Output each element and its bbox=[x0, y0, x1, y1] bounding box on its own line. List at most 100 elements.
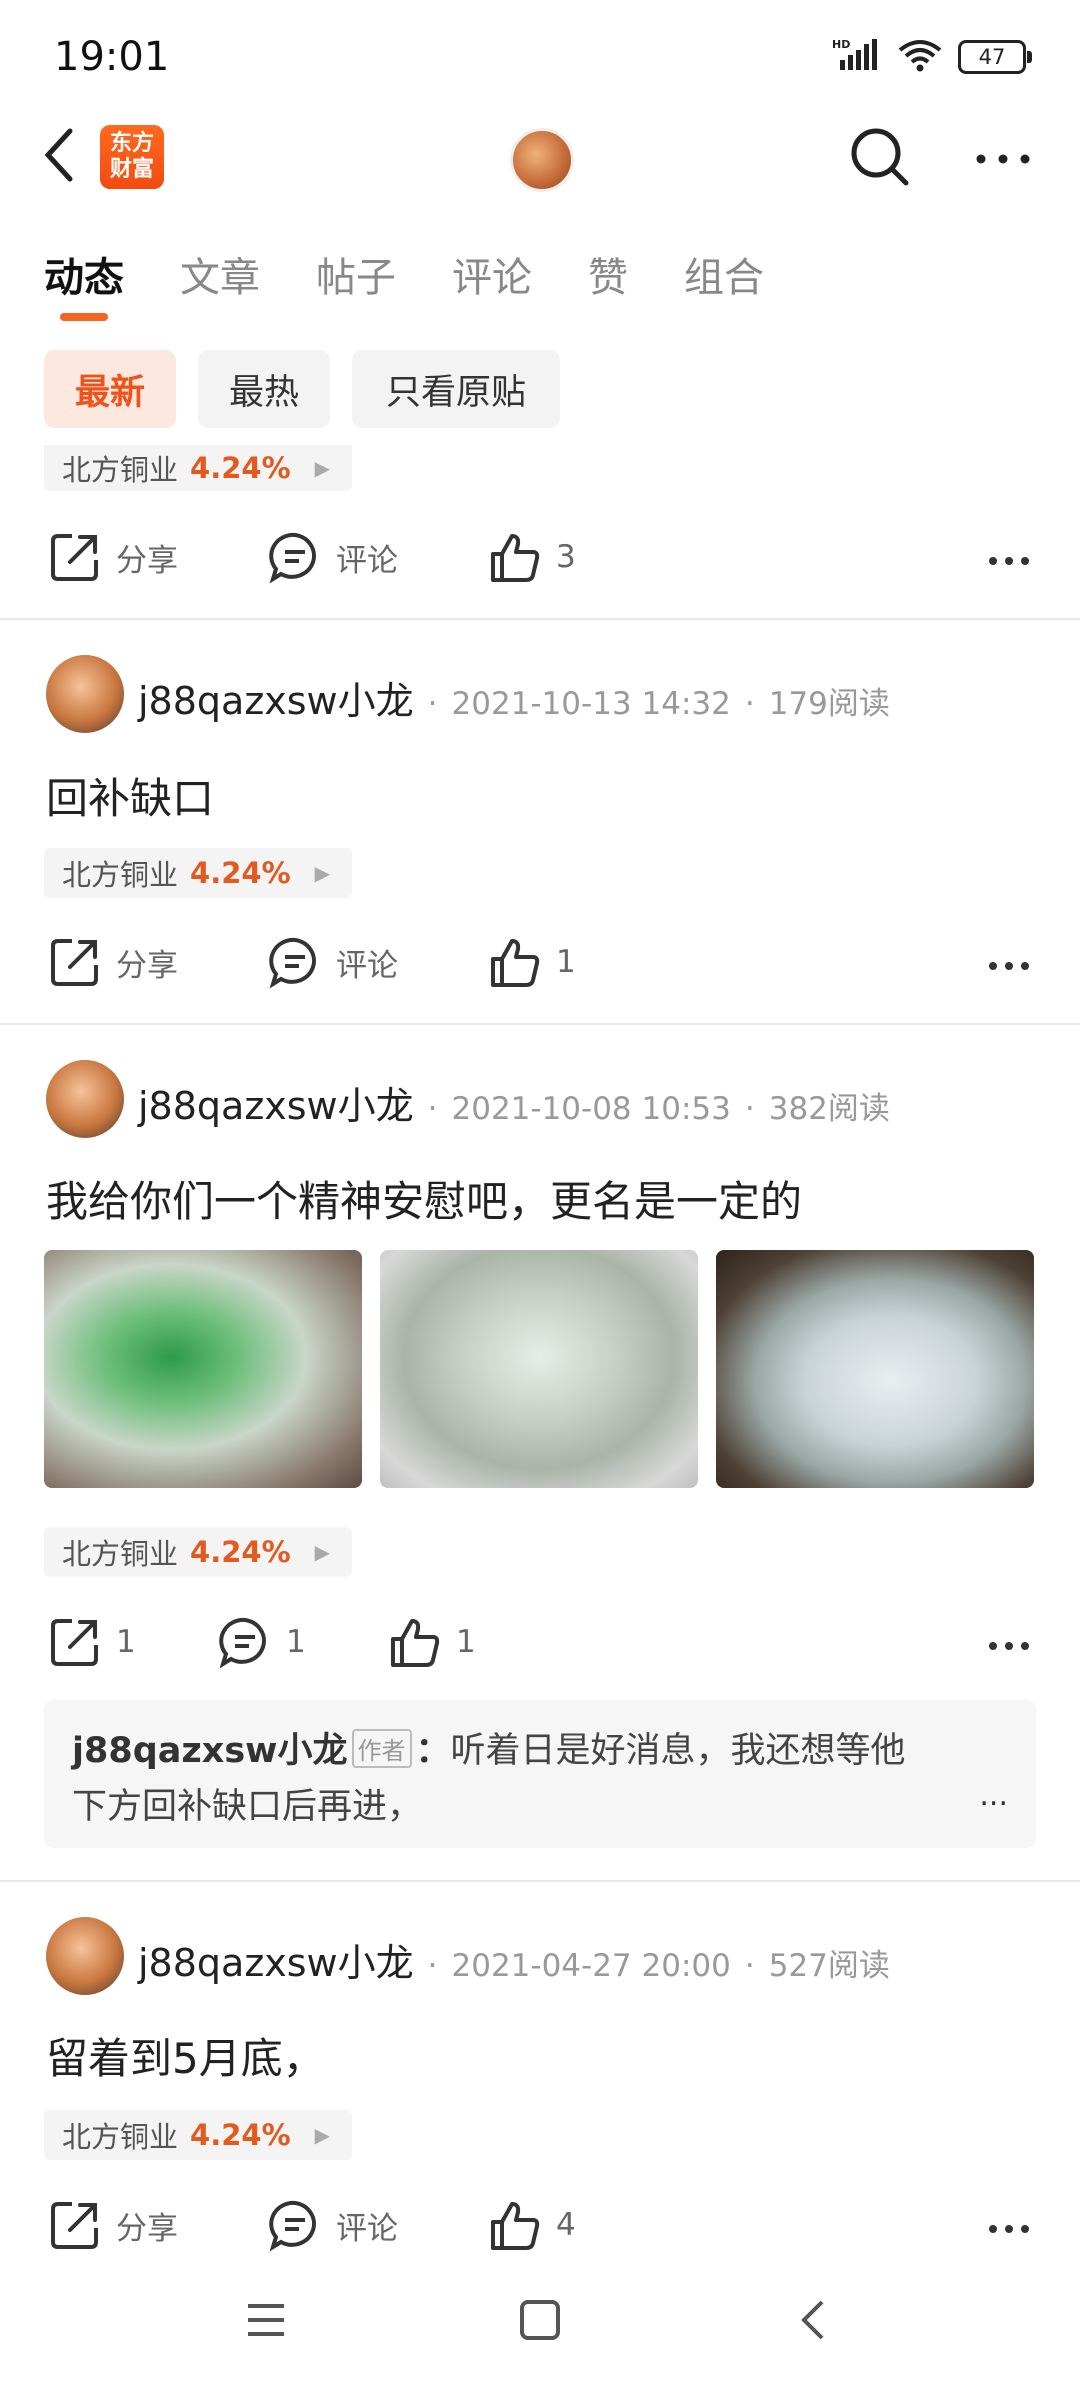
search-icon bbox=[851, 128, 909, 186]
stock-tag[interactable]: 北方铜业 4.24% ▶ bbox=[44, 445, 353, 491]
back-button[interactable] bbox=[40, 125, 80, 189]
comment-icon bbox=[269, 2200, 316, 2252]
logo-line1: 东方 bbox=[109, 131, 154, 156]
tab-dynamic[interactable]: 动态 bbox=[44, 245, 124, 321]
divider bbox=[0, 1023, 1080, 1025]
share-button[interactable]: 1 bbox=[48, 1615, 218, 1669]
author-name[interactable]: j88qazxsw小龙 bbox=[138, 1075, 414, 1130]
action-row: 分享 评论 1 bbox=[48, 927, 576, 997]
filter-hottest[interactable]: 最热 bbox=[198, 350, 330, 428]
active-tab-indicator bbox=[60, 313, 108, 321]
comment-icon bbox=[269, 937, 316, 989]
read-count: 382阅读 bbox=[768, 1091, 890, 1127]
share-button[interactable]: 分享 bbox=[48, 530, 268, 584]
author-name[interactable]: j88qazxsw小龙 bbox=[138, 1932, 414, 1987]
tab-comments[interactable]: 评论 bbox=[452, 245, 532, 303]
comment-button[interactable]: 1 bbox=[218, 1615, 388, 1669]
more-icon bbox=[989, 557, 1029, 565]
author-name[interactable]: j88qazxsw小龙 bbox=[138, 670, 414, 725]
post-more-button[interactable] bbox=[988, 530, 1030, 576]
search-button[interactable] bbox=[848, 125, 912, 193]
system-nav-bar bbox=[0, 2300, 1080, 2344]
stock-change: 4.24% bbox=[190, 856, 291, 890]
tab-likes[interactable]: 赞 bbox=[588, 245, 628, 303]
post-image[interactable] bbox=[44, 1250, 362, 1488]
post-header: j88qazxsw小龙 · 2021-10-08 10:53 · 382阅读 bbox=[138, 1075, 890, 1130]
post-image[interactable] bbox=[380, 1250, 698, 1488]
post-image[interactable] bbox=[716, 1250, 1034, 1488]
like-button[interactable]: 1 bbox=[488, 935, 576, 989]
app-logo[interactable]: 东方 财富 bbox=[100, 125, 164, 189]
post-date: 2021-10-08 10:53 bbox=[451, 1091, 731, 1127]
comment-more[interactable]: ... bbox=[979, 1778, 1008, 1813]
comment-text: 下方回补缺口后再进， bbox=[72, 1787, 423, 1827]
home-square-icon bbox=[520, 2300, 560, 2340]
like-button[interactable]: 4 bbox=[488, 2198, 576, 2252]
signal-icon: HD bbox=[832, 38, 882, 76]
stock-tag[interactable]: 北方铜业 4.24% ▶ bbox=[44, 2110, 353, 2160]
post-text[interactable]: 回补缺口 bbox=[46, 765, 214, 826]
more-icon bbox=[989, 2225, 1029, 2233]
menu-nav-button[interactable] bbox=[244, 2300, 288, 2344]
avatar[interactable] bbox=[46, 1917, 124, 1995]
post-text[interactable]: 我给你们一个精神安慰吧，更名是一定的 bbox=[46, 1168, 802, 1229]
post-text[interactable]: 留着到5月底， bbox=[46, 2025, 325, 2086]
arrow-right-icon: ▶ bbox=[314, 456, 331, 480]
tab-posts[interactable]: 帖子 bbox=[316, 245, 396, 303]
read-count: 527阅读 bbox=[768, 1948, 890, 1984]
stock-change: 4.24% bbox=[190, 451, 291, 485]
back-nav-button[interactable] bbox=[792, 2300, 836, 2344]
comment-text: 听着日是好消息，我还想等他 bbox=[450, 1731, 906, 1771]
post-header: j88qazxsw小龙 · 2021-04-27 20:00 · 527阅读 bbox=[138, 1932, 890, 1987]
comment-button[interactable]: 评论 bbox=[268, 530, 488, 584]
more-menu-button[interactable] bbox=[975, 150, 1031, 169]
tab-portfolio[interactable]: 组合 bbox=[684, 245, 764, 303]
more-icon bbox=[989, 1642, 1029, 1650]
stock-tag[interactable]: 北方铜业 4.24% ▶ bbox=[44, 1527, 353, 1577]
post-more-button[interactable] bbox=[988, 1615, 1030, 1661]
share-icon bbox=[51, 1619, 98, 1666]
stock-change: 4.24% bbox=[190, 1535, 291, 1569]
home-nav-button[interactable] bbox=[518, 2300, 562, 2344]
share-icon bbox=[51, 2202, 98, 2249]
share-icon bbox=[51, 534, 98, 581]
post-more-button[interactable] bbox=[988, 2198, 1030, 2244]
filter-original-only[interactable]: 只看原贴 bbox=[352, 350, 560, 428]
avatar[interactable] bbox=[46, 655, 124, 733]
like-button[interactable]: 1 bbox=[388, 1615, 476, 1669]
comment-icon bbox=[219, 1617, 266, 1669]
action-row: 分享 评论 4 bbox=[48, 2190, 576, 2260]
header-avatar[interactable] bbox=[510, 128, 574, 192]
comment-button[interactable]: 评论 bbox=[268, 935, 488, 989]
more-icon bbox=[976, 154, 1030, 164]
comment-preview[interactable]: j88qazxsw小龙 作者 ：听着日是好消息，我还想等他 下方回补缺口后再进， .… bbox=[44, 1700, 1036, 1848]
share-button[interactable]: 分享 bbox=[48, 935, 268, 989]
comment-button[interactable]: 评论 bbox=[268, 2198, 488, 2252]
post-more-button[interactable] bbox=[988, 935, 1030, 981]
more-icon bbox=[989, 962, 1029, 970]
author-badge: 作者 bbox=[351, 1729, 412, 1768]
status-time: 19:01 bbox=[54, 34, 170, 80]
avatar[interactable] bbox=[46, 1060, 124, 1138]
action-row: 1 1 1 bbox=[48, 1607, 476, 1677]
divider bbox=[0, 1880, 1080, 1882]
arrow-right-icon: ▶ bbox=[314, 1540, 331, 1564]
tab-articles[interactable]: 文章 bbox=[180, 245, 260, 303]
post-date: 2021-10-13 14:32 bbox=[451, 686, 731, 722]
stock-tag[interactable]: 北方铜业 4.24% ▶ bbox=[44, 848, 353, 898]
comment-author[interactable]: j88qazxsw小龙 bbox=[72, 1731, 348, 1771]
logo-line2: 财富 bbox=[109, 157, 154, 182]
arrow-right-icon: ▶ bbox=[314, 861, 331, 885]
post-date: 2021-04-27 20:00 bbox=[451, 1948, 731, 1984]
thumbs-up-icon bbox=[491, 939, 540, 987]
divider bbox=[0, 618, 1080, 620]
share-button[interactable]: 分享 bbox=[48, 2198, 268, 2252]
back-icon bbox=[801, 2300, 824, 2340]
like-button[interactable]: 3 bbox=[488, 530, 576, 584]
back-arrow-icon bbox=[44, 128, 73, 182]
post-header: j88qazxsw小龙 · 2021-10-13 14:32 · 179阅读 bbox=[138, 670, 890, 725]
thumbs-up-icon bbox=[391, 1619, 440, 1667]
filter-latest[interactable]: 最新 bbox=[44, 350, 176, 428]
profile-tabs: 动态 文章 帖子 评论 赞 组合 bbox=[44, 245, 820, 321]
thumbs-up-icon bbox=[491, 2202, 540, 2250]
